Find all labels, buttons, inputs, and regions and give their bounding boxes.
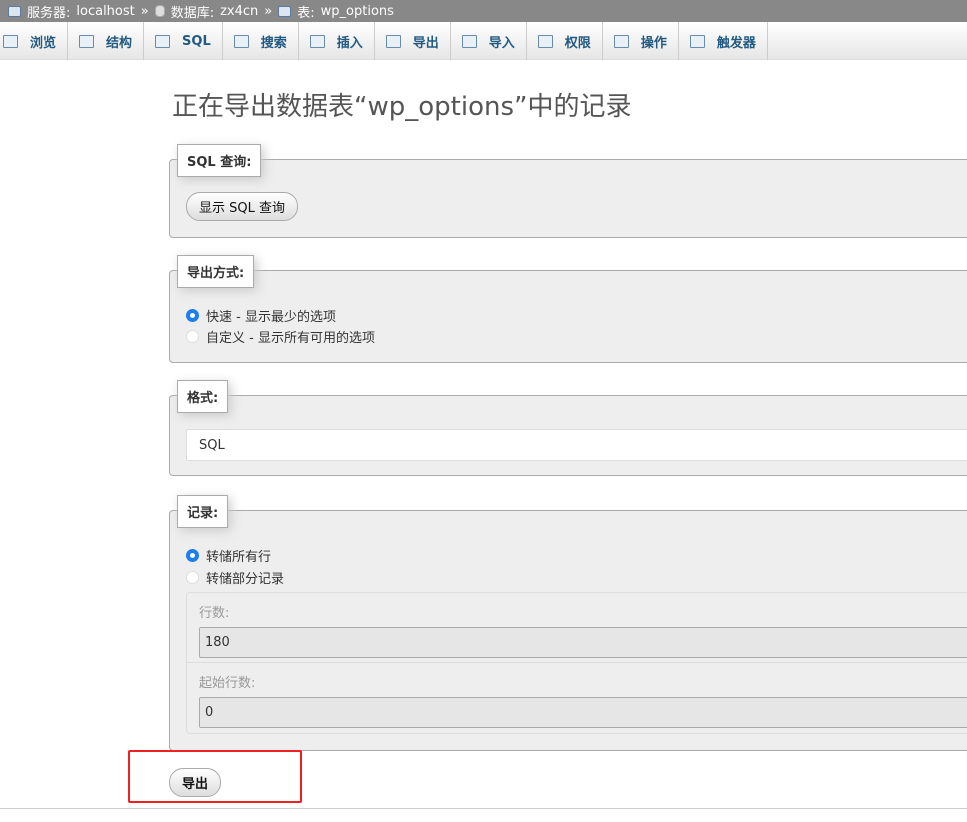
radio-dump-all[interactable]: 转储所有行 [186, 546, 271, 565]
tab-bar: 浏览 结构 SQL 搜索 插入 导出 导入 权限 操作 触发器 [0, 22, 967, 60]
radio-button[interactable] [186, 549, 199, 562]
database-icon [154, 5, 165, 17]
breadcrumb-table[interactable]: wp_options [321, 4, 394, 19]
breadcrumb-server[interactable]: localhost [76, 4, 134, 19]
radio-button[interactable] [186, 330, 199, 343]
tab-search[interactable]: 搜索 [223, 22, 299, 60]
radio-button[interactable] [186, 309, 199, 322]
tab-triggers[interactable]: 触发器 [679, 22, 768, 60]
format-select[interactable]: SQL [186, 429, 967, 461]
partial-rows-panel: 行数: 180 起始行数: 0 [186, 592, 967, 734]
radio-dump-some[interactable]: 转储部分记录 [186, 568, 284, 587]
radio-label: 转储部分记录 [206, 572, 285, 587]
wrench-icon [613, 34, 629, 48]
export-method-legend: 导出方式: [177, 255, 255, 288]
tab-label: 导出 [412, 35, 439, 51]
rows-fieldset: 记录: 转储所有行 转储部分记录 行数: 180 起始行数: 0 [169, 495, 967, 751]
tab-wrench[interactable]: 操作 [603, 22, 679, 60]
tab-label: 搜索 [260, 35, 287, 51]
highlight-box [128, 750, 302, 803]
radio-quick[interactable]: 快速 - 显示最少的选项 [186, 306, 336, 325]
sql-icon [155, 34, 171, 48]
radio-button[interactable] [186, 571, 199, 584]
insert-icon [309, 34, 325, 48]
tab-export[interactable]: 导出 [375, 22, 451, 60]
tab-browse[interactable]: 浏览 [0, 22, 69, 60]
radio-label: 自定义 - 显示所有可用的选项 [206, 331, 375, 346]
tab-label: 权限 [564, 35, 591, 51]
search-icon [233, 34, 249, 48]
structure-icon [79, 34, 95, 48]
breadcrumb-server-label: 服务器: [27, 5, 71, 21]
sql-query-fieldset: SQL 查询: 显示 SQL 查询 [169, 144, 967, 238]
radio-label: 转储所有行 [206, 550, 272, 565]
breadcrumb-separator: » [140, 3, 149, 19]
tab-insert[interactable]: 插入 [299, 22, 375, 60]
format-fieldset: 格式: SQL [169, 380, 967, 476]
breadcrumb-separator: » [264, 3, 273, 19]
page-title: 正在导出数据表“wp_options”中的记录 [172, 92, 632, 122]
radio-custom[interactable]: 自定义 - 显示所有可用的选项 [186, 327, 375, 346]
table-icon [278, 5, 292, 17]
start-row-label: 起始行数: [199, 676, 256, 691]
tab-label: 导入 [488, 35, 515, 51]
format-legend: 格式: [177, 380, 229, 413]
tab-label: 插入 [336, 35, 363, 51]
row-count-label: 行数: [199, 606, 230, 621]
export-icon [385, 34, 401, 48]
tab-structure[interactable]: 结构 [68, 22, 145, 60]
rows-legend: 记录: [177, 495, 229, 528]
import-icon [461, 34, 477, 48]
tab-label: 结构 [106, 35, 133, 51]
tab-privileges[interactable]: 权限 [527, 22, 603, 60]
tab-label: 触发器 [716, 35, 756, 51]
start-row-input[interactable]: 0 [199, 697, 967, 728]
tab-label: 浏览 [30, 35, 57, 51]
export-method-fieldset: 导出方式: 快速 - 显示最少的选项 自定义 - 显示所有可用的选项 [169, 255, 967, 363]
privileges-icon [537, 34, 553, 48]
tab-label: SQL [182, 33, 211, 49]
browse-icon [3, 34, 18, 48]
server-icon [8, 5, 21, 17]
triggers-icon [689, 34, 705, 48]
sql-query-legend: SQL 查询: [177, 144, 262, 177]
radio-label: 快速 - 显示最少的选项 [206, 310, 336, 325]
divider [187, 662, 967, 663]
breadcrumb: 服务器: localhost » 数据库: zx4cn » 表: wp_opti… [0, 0, 967, 22]
breadcrumb-db[interactable]: zx4cn [220, 4, 258, 19]
divider [0, 808, 967, 809]
row-count-input[interactable]: 180 [199, 627, 967, 658]
tab-sql[interactable]: SQL [144, 22, 223, 60]
show-sql-query-button[interactable]: 显示 SQL 查询 [186, 192, 298, 221]
tab-label: 操作 [640, 35, 667, 51]
breadcrumb-table-label: 表: [297, 5, 315, 21]
tab-import[interactable]: 导入 [451, 22, 527, 60]
breadcrumb-db-label: 数据库: [170, 5, 215, 21]
